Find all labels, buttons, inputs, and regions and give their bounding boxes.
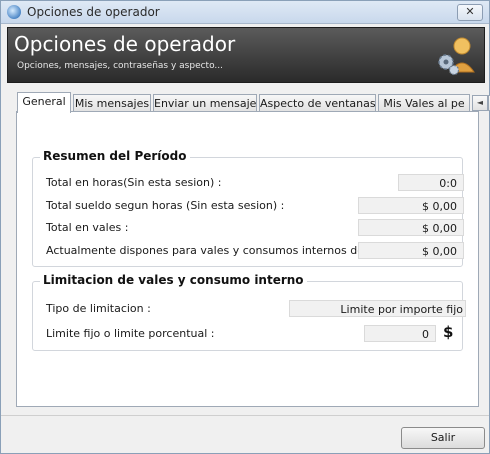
tipo-limitacion-label: Tipo de limitacion : xyxy=(46,302,151,315)
resumen-periodo-title: Resumen del Período xyxy=(40,149,190,163)
footer-divider xyxy=(1,415,489,416)
salir-button[interactable]: Salir xyxy=(401,427,485,449)
currency-icon: $ xyxy=(443,323,454,341)
tab-enviar-mensaje[interactable]: Enviar un mensaje xyxy=(153,94,257,112)
header-title: Opciones de operador xyxy=(14,32,236,56)
total-sueldo-value: $ 0,00 xyxy=(358,197,464,214)
window-title: Opciones de operador xyxy=(27,5,160,19)
limite-fijo-label: Limite fijo o limite porcentual : xyxy=(46,327,215,340)
operator-options-icon xyxy=(7,5,21,19)
total-horas-label: Total en horas(Sin esta sesion) : xyxy=(46,176,222,189)
total-horas-value: 0:0 xyxy=(398,174,464,191)
gears-user-icon xyxy=(438,37,475,76)
header-subtitle: Opciones, mensajes, contraseñas y aspect… xyxy=(17,61,224,71)
general-tab-panel: Resumen del Período Total en horas(Sin e… xyxy=(16,111,479,407)
disponible-label: Actualmente dispones para vales y consum… xyxy=(46,244,368,257)
tab-aspecto-ventanas[interactable]: Aspecto de ventanas xyxy=(259,94,376,112)
limitacion-group: Limitacion de vales y consumo interno Ti… xyxy=(32,273,466,351)
title-bar: Opciones de operador ✕ xyxy=(1,1,489,24)
tab-mis-vales[interactable]: Mis Vales al pe xyxy=(378,94,470,112)
tab-strip: General Mis mensajes Enviar un mensaje A… xyxy=(17,92,490,113)
tipo-limitacion-field[interactable]: Limite por importe fijo xyxy=(289,300,466,317)
resumen-periodo-group: Resumen del Período Total en horas(Sin e… xyxy=(32,149,464,267)
tab-scroll-arrows: ◄ ► xyxy=(472,95,490,111)
dialog-window: Opciones de operador ✕ Opciones de opera… xyxy=(0,0,490,454)
total-vales-label: Total en vales : xyxy=(46,221,129,234)
limitacion-title: Limitacion de vales y consumo interno xyxy=(40,273,307,287)
close-button[interactable]: ✕ xyxy=(457,4,483,21)
tab-general[interactable]: General xyxy=(17,92,71,113)
disponible-value: $ 0,00 xyxy=(358,242,464,259)
total-sueldo-label: Total sueldo segun horas (Sin esta sesio… xyxy=(46,199,285,212)
tab-mis-mensajes[interactable]: Mis mensajes xyxy=(73,94,151,112)
total-vales-value: $ 0,00 xyxy=(358,219,464,236)
header-banner: Opciones de operador Opciones, mensajes,… xyxy=(7,27,485,83)
limite-fijo-input[interactable]: 0 xyxy=(364,325,436,342)
tab-scroll-left-button[interactable]: ◄ xyxy=(472,95,488,111)
